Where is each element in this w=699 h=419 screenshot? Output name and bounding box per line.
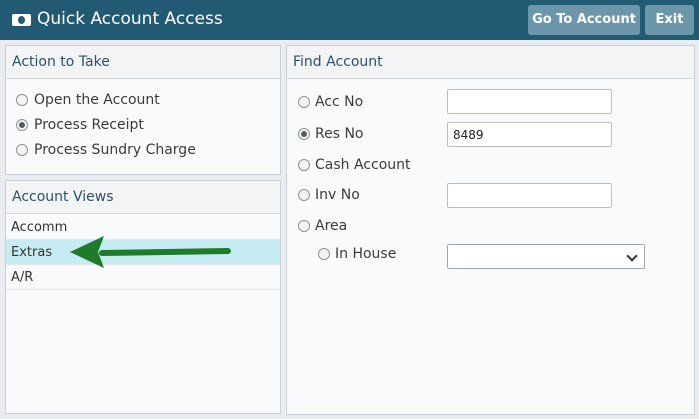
res-no-input[interactable] <box>447 122 612 147</box>
title-bar: Quick Account Access Go To Account Exit <box>0 0 699 40</box>
res-no-radio[interactable] <box>298 128 310 140</box>
cash-account-radio[interactable] <box>298 159 310 171</box>
action-panel-header: Action to Take <box>6 46 280 79</box>
open-account-label[interactable]: Open the Account <box>34 91 160 109</box>
account-views-header: Account Views <box>6 181 280 214</box>
res-no-label[interactable]: Res No <box>315 125 364 143</box>
acc-no-radio[interactable] <box>298 96 310 108</box>
inv-no-label[interactable]: Inv No <box>315 186 360 204</box>
area-radio[interactable] <box>298 220 310 232</box>
process-receipt-label[interactable]: Process Receipt <box>34 116 144 134</box>
in-house-label[interactable]: In House <box>335 245 396 263</box>
window-title: Quick Account Access <box>37 9 223 29</box>
in-house-select[interactable] <box>447 244 645 269</box>
process-sundry-charge-label[interactable]: Process Sundry Charge <box>34 141 196 159</box>
inv-no-radio[interactable] <box>298 189 310 201</box>
exit-button[interactable]: Exit <box>645 5 694 35</box>
cash-register-icon <box>12 14 31 26</box>
inv-no-input[interactable] <box>447 183 612 208</box>
acc-no-label[interactable]: Acc No <box>315 93 363 111</box>
action-panel: Action to Take Open the Account Process … <box>5 45 281 175</box>
account-views-panel: Account Views Accomm Extras A/R <box>5 180 281 414</box>
process-sundry-charge-radio[interactable] <box>16 144 28 156</box>
area-label[interactable]: Area <box>315 217 347 235</box>
process-receipt-radio[interactable] <box>16 119 28 131</box>
acc-no-input[interactable] <box>447 89 612 114</box>
cash-account-label[interactable]: Cash Account <box>315 156 411 174</box>
open-account-radio[interactable] <box>16 94 28 106</box>
in-house-radio[interactable] <box>318 248 330 260</box>
green-arrow-icon <box>70 236 231 268</box>
find-account-panel: Find Account Acc No Res No Cash Account … <box>286 45 695 415</box>
go-to-account-button[interactable]: Go To Account <box>528 5 640 35</box>
chevron-down-icon <box>626 250 638 262</box>
find-account-header: Find Account <box>287 46 694 79</box>
